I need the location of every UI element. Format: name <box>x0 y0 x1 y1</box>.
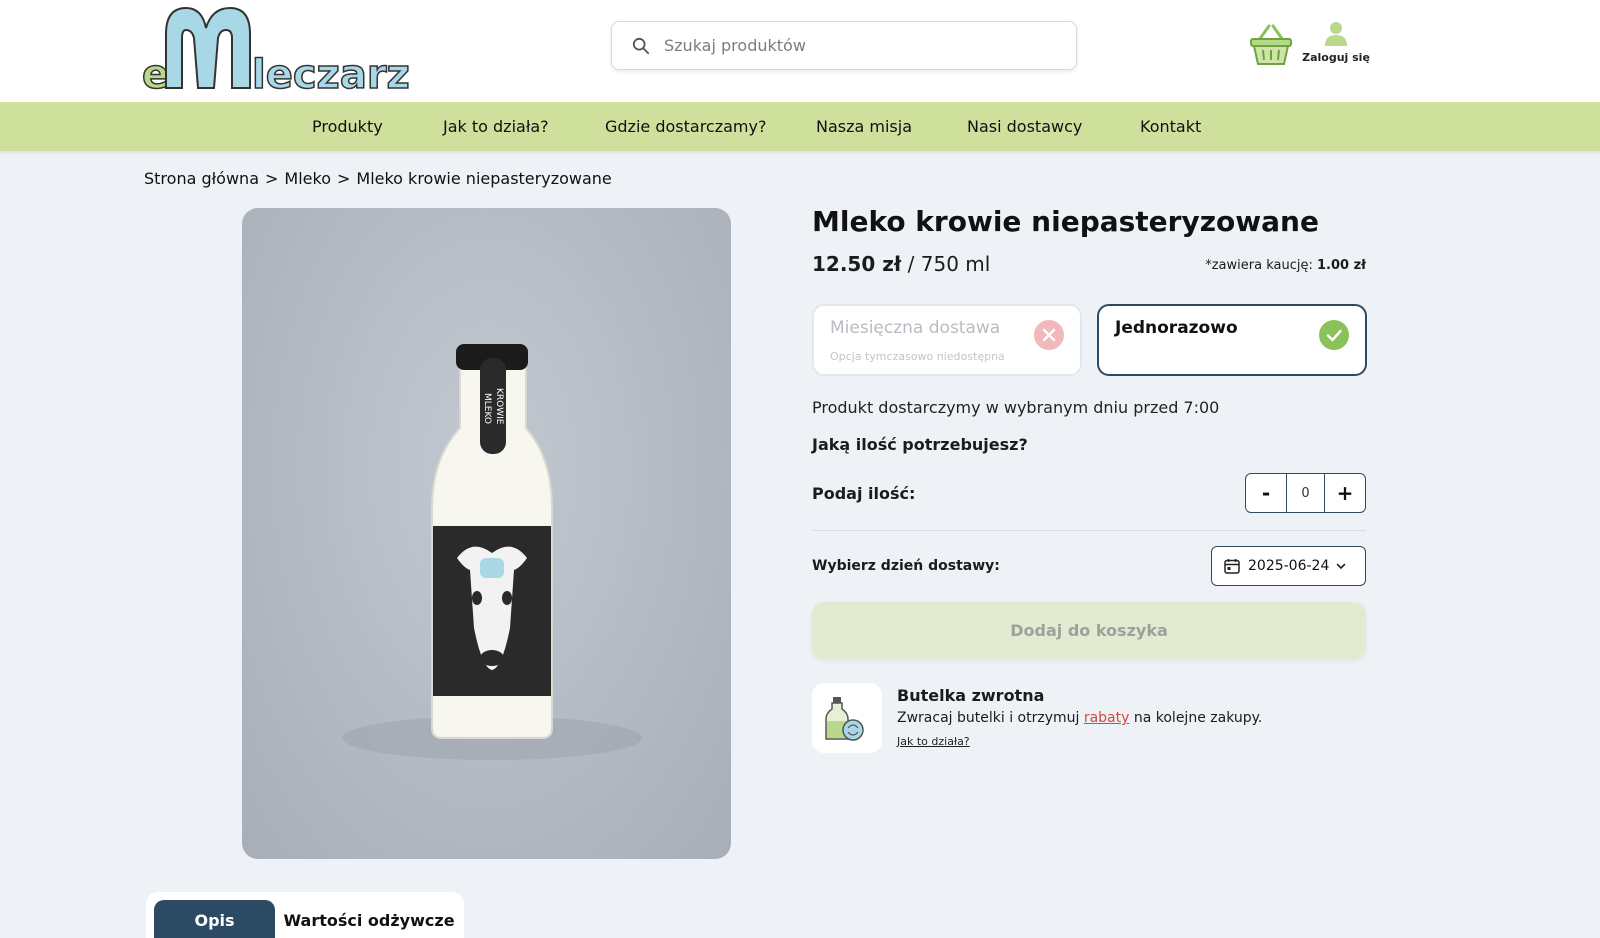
breadcrumb-separator: > <box>265 169 279 188</box>
site-header: e leczarz Zaloguj się <box>0 0 1600 102</box>
chevron-down-icon <box>1337 563 1346 569</box>
quantity-stepper: - 0 + <box>1245 473 1366 513</box>
returnable-desc-before: Zwracaj butelki i otrzymuj <box>897 710 1084 726</box>
milk-bottle-image: MLEKO KROWIE <box>342 344 642 760</box>
product-title: Mleko krowie niepasteryzowane <box>812 205 1319 238</box>
quantity-label: Podaj ilość: <box>812 484 916 503</box>
option-monthly-subtitle: Opcja tymczasowo niedostępna <box>830 350 1005 363</box>
delivery-date-select[interactable]: 2025-06-24 <box>1211 546 1366 586</box>
option-monthly-title: Miesięczna dostawa <box>830 318 1001 338</box>
bottle-tag-right: KROWIE <box>494 388 504 425</box>
tab-description[interactable]: Opis <box>154 900 275 938</box>
delivery-date-value: 2025-06-24 <box>1248 558 1330 574</box>
how-it-works-link[interactable]: Jak to działa? <box>897 735 970 748</box>
returnable-description: Zwracaj butelki i otrzymuj rabaty na kol… <box>897 710 1262 726</box>
deposit-info: *zawiera kaucję: 1.00 zł <box>1205 258 1366 273</box>
main-nav: Produkty Jak to działa? Gdzie dostarczam… <box>0 102 1600 151</box>
breadcrumb-separator: > <box>336 169 351 188</box>
discounts-link[interactable]: rabaty <box>1084 710 1130 726</box>
search-icon <box>632 37 650 54</box>
quantity-question: Jaką ilość potrzebujesz? <box>812 435 1028 454</box>
check-icon <box>1319 320 1349 350</box>
option-one-time-title: Jednorazowo <box>1115 318 1238 338</box>
search-input[interactable] <box>664 36 1044 55</box>
cart-button[interactable] <box>1249 22 1293 68</box>
product-price: 12.50 zł / 750 ml <box>812 252 990 276</box>
breadcrumb-home[interactable]: Strona główna <box>144 169 259 188</box>
close-icon <box>1034 320 1064 350</box>
quantity-increase-button[interactable]: + <box>1325 474 1365 512</box>
delivery-note: Produkt dostarczymy w wybranym dniu prze… <box>812 398 1220 417</box>
breadcrumb: Strona główna > Mleko > Mleko krowie niepast… <box>144 169 612 188</box>
add-to-cart-button[interactable]: Dodaj do koszyka <box>812 602 1366 659</box>
bottle-tag-left: MLEKO <box>482 393 492 424</box>
search-bar[interactable] <box>611 21 1077 70</box>
nav-item-produkty[interactable]: Produkty <box>312 117 383 136</box>
divider <box>812 530 1366 531</box>
price-unit: / 750 ml <box>907 252 991 276</box>
nav-item-nasi-dostawcy[interactable]: Nasi dostawcy <box>967 117 1082 136</box>
deposit-label: *zawiera kaucję: <box>1205 258 1313 273</box>
quantity-value[interactable]: 0 <box>1286 474 1325 512</box>
returnable-bottle-icon <box>825 697 864 741</box>
returnable-bottle-icon-box <box>812 683 882 753</box>
nav-item-nasza-misja[interactable]: Nasza misja <box>816 117 912 136</box>
nav-item-jak-to-dziala[interactable]: Jak to działa? <box>443 117 549 136</box>
nav-item-kontakt[interactable]: Kontakt <box>1140 117 1201 136</box>
breadcrumb-category[interactable]: Mleko <box>284 169 331 188</box>
option-one-time[interactable]: Jednorazowo <box>1097 304 1367 376</box>
delivery-date-label: Wybierz dzień dostawy: <box>812 558 1000 574</box>
deposit-value: 1.00 zł <box>1317 258 1366 273</box>
logo-text: leczarz <box>252 52 410 92</box>
price-value: 12.50 zł <box>812 252 902 276</box>
nav-item-gdzie-dostarczamy[interactable]: Gdzie dostarczamy? <box>605 117 766 136</box>
tab-nutrition[interactable]: Wartości odżywcze <box>283 900 454 938</box>
calendar-icon <box>1224 559 1240 574</box>
returnable-desc-after: na kolejne zakupy. <box>1129 710 1263 726</box>
user-icon <box>1325 22 1347 46</box>
login-label: Zaloguj się <box>1302 51 1370 64</box>
basket-icon <box>1250 24 1292 65</box>
breadcrumb-current: Mleko krowie niepasteryzowane <box>356 169 612 188</box>
returnable-title: Butelka zwrotna <box>897 686 1045 705</box>
product-tabs: Opis Wartości odżywcze <box>146 892 464 938</box>
login-button[interactable]: Zaloguj się <box>1300 20 1372 70</box>
option-monthly-delivery[interactable]: Miesięczna dostawa Opcja tymczasowo nied… <box>812 304 1082 376</box>
logo-image: e leczarz <box>141 6 411 99</box>
product-image: MLEKO KROWIE <box>242 208 731 859</box>
quantity-decrease-button[interactable]: - <box>1246 474 1286 512</box>
logo[interactable]: e leczarz <box>141 4 438 99</box>
